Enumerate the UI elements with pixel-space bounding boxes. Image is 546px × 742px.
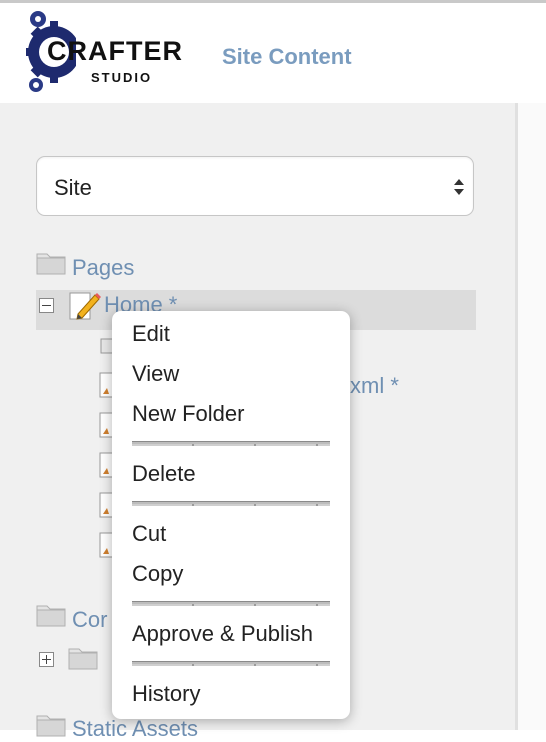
- tree-components-label[interactable]: Cor: [72, 607, 107, 633]
- menu-item-view[interactable]: View: [132, 361, 179, 387]
- menu-separator: [132, 661, 330, 666]
- context-menu: Edit View New Folder Delete Cut Copy App…: [112, 311, 350, 719]
- menu-item-copy[interactable]: Copy: [132, 561, 183, 587]
- page-title: Site Content: [222, 44, 352, 69]
- folder-icon: [36, 605, 66, 627]
- folder-icon: [68, 648, 98, 670]
- header: CRAFTER STUDIO Site Content: [0, 3, 546, 103]
- menu-separator: [132, 601, 330, 606]
- site-dropdown[interactable]: Site: [36, 156, 474, 216]
- collapse-toggle-icon[interactable]: [39, 298, 54, 313]
- select-arrows-icon: [454, 179, 464, 195]
- logo-subtitle: STUDIO: [91, 70, 153, 85]
- tree-static-assets-label[interactable]: Static Assets: [72, 716, 198, 742]
- menu-item-approve-publish[interactable]: Approve & Publish: [132, 621, 313, 647]
- page-edit-icon: [69, 292, 101, 320]
- right-panel: [518, 103, 546, 730]
- menu-item-history[interactable]: History: [132, 681, 200, 707]
- folder-icon: [36, 715, 66, 737]
- menu-separator: [132, 501, 330, 506]
- menu-separator: [132, 441, 330, 446]
- site-dropdown-value: Site: [54, 175, 92, 200]
- crafter-studio-logo[interactable]: CRAFTER STUDIO: [24, 9, 184, 95]
- menu-item-new-folder[interactable]: New Folder: [132, 401, 244, 427]
- expand-toggle-icon[interactable]: [39, 652, 54, 667]
- logo-wordmark: CRAFTER: [47, 36, 183, 66]
- tree-item-xml-label[interactable]: xml *: [350, 373, 399, 399]
- tree-pages-label[interactable]: Pages: [72, 255, 134, 281]
- menu-item-cut[interactable]: Cut: [132, 521, 166, 547]
- folder-icon: [36, 253, 66, 275]
- menu-item-delete[interactable]: Delete: [132, 461, 196, 487]
- menu-item-edit[interactable]: Edit: [132, 321, 170, 347]
